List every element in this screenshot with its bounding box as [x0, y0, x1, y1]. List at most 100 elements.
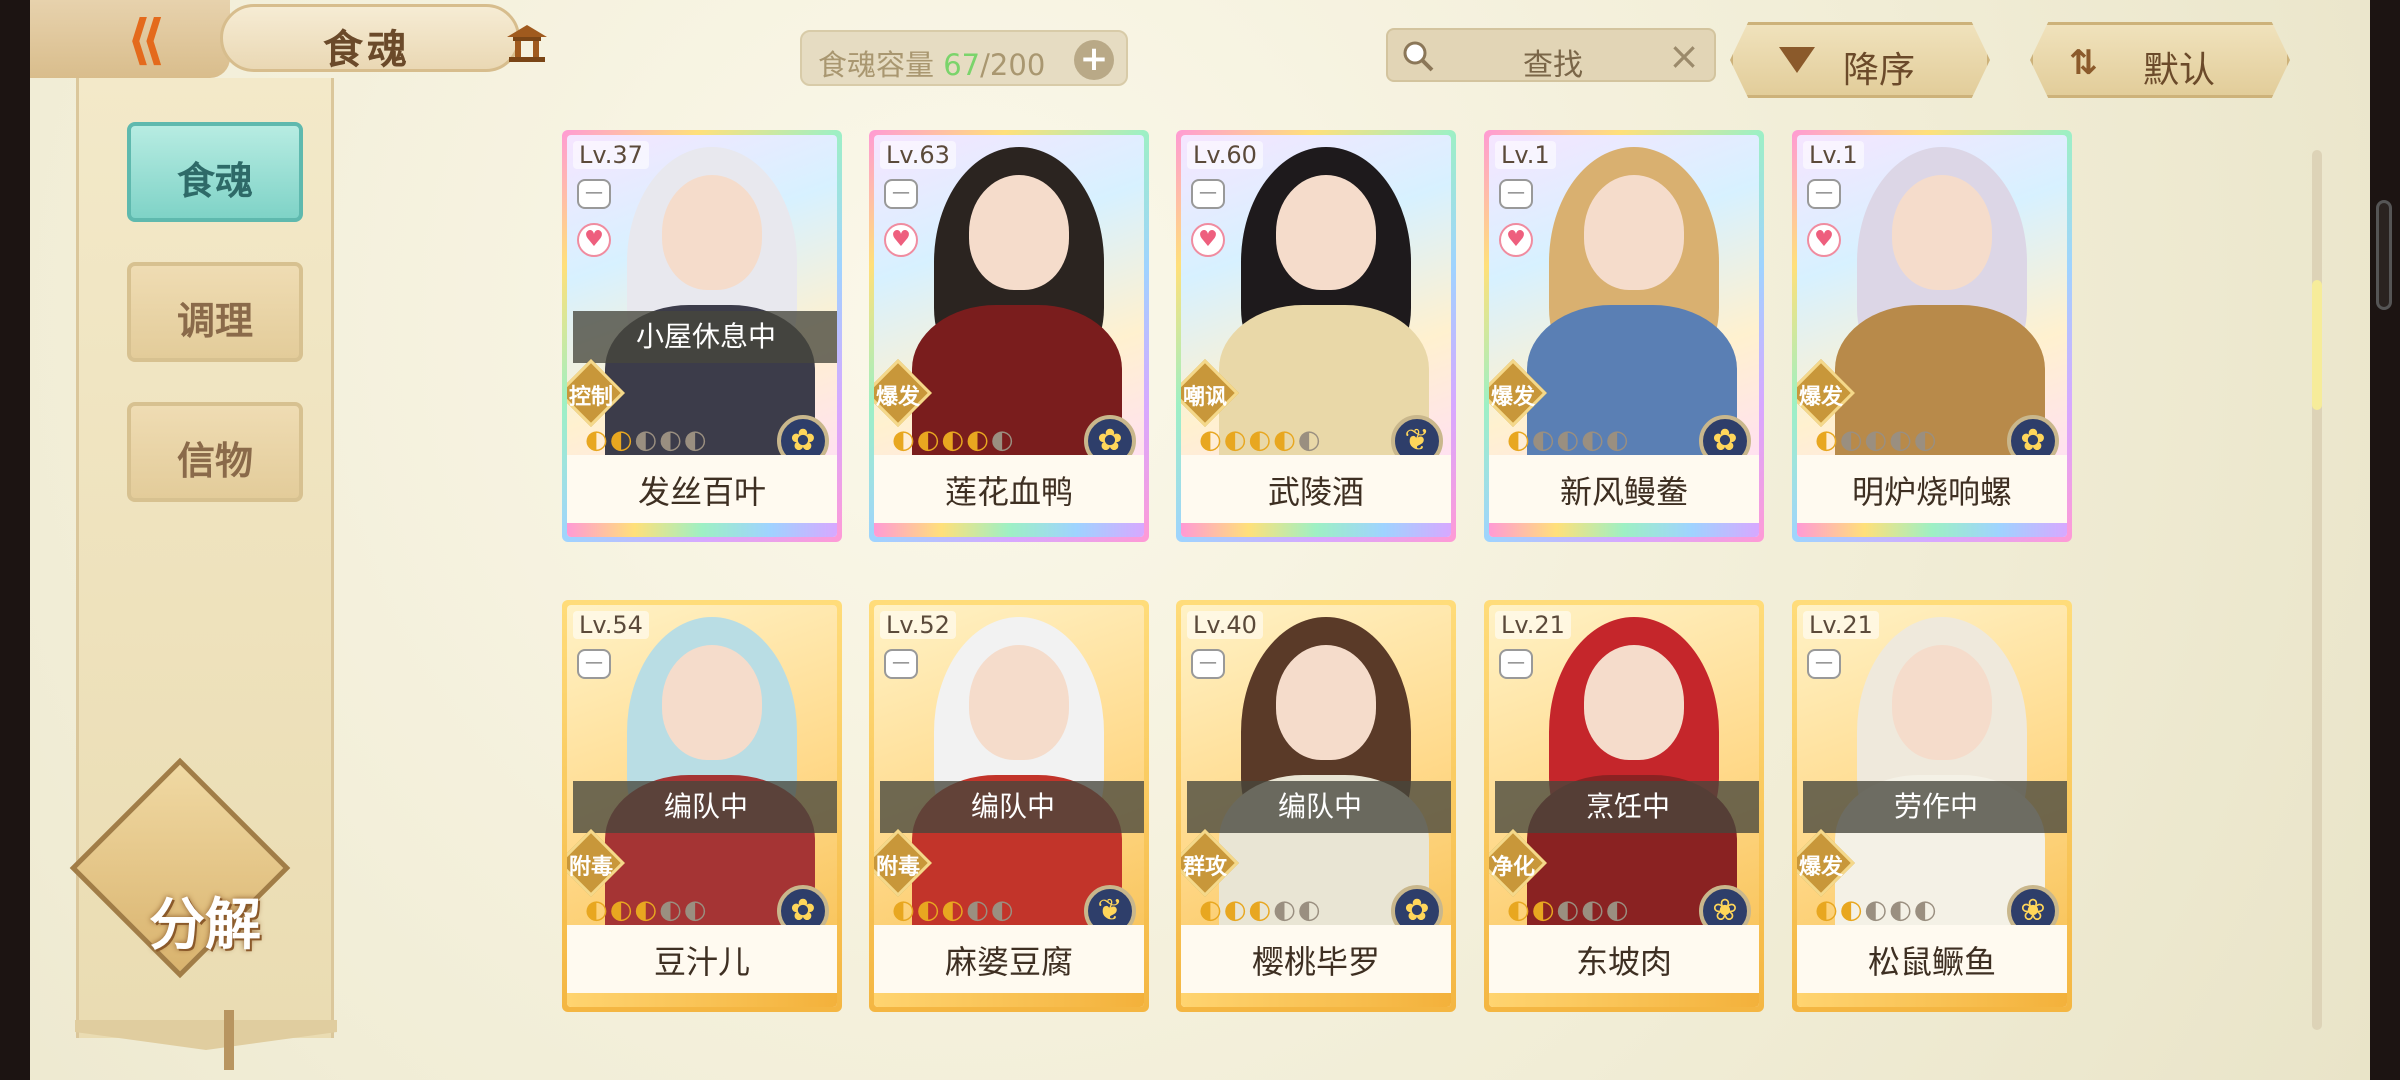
spoon-star-icon: ◐ — [1864, 895, 1890, 925]
lock-toggle-icon[interactable]: — — [577, 179, 611, 209]
soul-card[interactable]: Lv.40— 编队中 群攻 ◐◐◐◐◐ ✿ 樱桃毕罗 — [1176, 600, 1456, 1012]
spoon-star-icon: ◐ — [683, 425, 709, 455]
star-rating: ◐◐◐◐◐ — [892, 895, 1015, 925]
sidebar-item-soul[interactable]: 食魂 — [127, 122, 303, 222]
spoon-star-icon: ◐ — [634, 895, 660, 925]
card-name: 新风鳗鲞 — [1559, 473, 1688, 511]
spoon-star-icon: ◐ — [892, 895, 917, 925]
sidebar-item-label: 信物 — [176, 438, 253, 483]
spoon-star-icon: ◐ — [659, 895, 684, 925]
soul-card[interactable]: Lv.21— 烹饪中 净化 ◐◐◐◐◐ ❀ 东坡肉 — [1484, 600, 1764, 1012]
spoon-star-icon: ◐ — [1531, 425, 1557, 455]
role-badge-label: 附毒 — [568, 855, 613, 880]
lock-toggle-icon[interactable]: — — [1807, 649, 1841, 679]
sidebar-item-label: 食魂 — [176, 158, 253, 203]
spoon-star-icon: ◐ — [1913, 895, 1939, 925]
sort-order-button[interactable]: 降序 — [1730, 22, 1990, 98]
portrait-face — [662, 645, 762, 760]
portrait-face — [1584, 175, 1684, 290]
soul-card[interactable]: Lv.21— 劳作中 爆发 ◐◐◐◐◐ ❀ 松鼠鳜鱼 — [1792, 600, 2072, 1012]
soul-card[interactable]: Lv.1— ♥ 爆发 ◐◐◐◐◐ ✿ 新风鳗鲞 — [1484, 130, 1764, 542]
spoon-star-icon: ◐ — [1556, 895, 1582, 925]
star-rating: ◐◐◐◐◐ — [1507, 895, 1630, 925]
spoon-star-icon: ◐ — [1199, 425, 1224, 455]
spoon-star-icon: ◐ — [1913, 425, 1939, 455]
sidebar-item-tokens[interactable]: 信物 — [127, 402, 303, 502]
spoon-star-icon: ◐ — [1297, 895, 1323, 925]
edge-handle[interactable] — [2376, 200, 2392, 310]
card-name: 莲花血鸭 — [944, 473, 1073, 511]
capacity-max: /200 — [980, 48, 1046, 82]
card-name: 明炉烧响螺 — [1851, 473, 2012, 511]
spoon-star-icon: ◐ — [1605, 425, 1631, 455]
portrait-face — [969, 645, 1069, 760]
spoon-star-icon: ◐ — [634, 425, 660, 455]
sidebar-item-conditioning[interactable]: 调理 — [127, 262, 303, 362]
card-name: 樱桃毕罗 — [1251, 943, 1380, 981]
spoon-star-icon: ◐ — [585, 425, 610, 455]
name-band: 明炉烧响螺 — [1797, 455, 2067, 537]
spoon-star-icon: ◐ — [1839, 895, 1865, 925]
spoon-star-icon: ◐ — [1199, 895, 1224, 925]
card-inner: Lv.21— 劳作中 爆发 ◐◐◐◐◐ ❀ 松鼠鳜鱼 — [1797, 605, 2067, 1007]
lock-toggle-icon[interactable]: — — [1499, 649, 1533, 679]
spoon-star-icon: ◐ — [941, 425, 967, 455]
sort-mode-button[interactable]: ⇅ 默认 — [2030, 22, 2290, 98]
role-badge: 爆发 — [874, 359, 932, 427]
lock-toggle-icon[interactable]: — — [577, 649, 611, 679]
spoon-star-icon: ◐ — [1223, 895, 1249, 925]
role-badge-label: 爆发 — [875, 385, 920, 410]
decompose-label: 分解 — [149, 892, 261, 958]
spoon-star-icon: ◐ — [1839, 425, 1865, 455]
spoon-star-icon: ◐ — [659, 425, 684, 455]
scrollbar-thumb[interactable] — [2312, 280, 2322, 410]
spoon-star-icon: ◐ — [1248, 895, 1274, 925]
lock-toggle-icon[interactable]: — — [884, 649, 918, 679]
swap-icon: ⇅ — [2069, 43, 2098, 83]
card-inner: Lv.21— 烹饪中 净化 ◐◐◐◐◐ ❀ 东坡肉 — [1489, 605, 1759, 1007]
soul-card[interactable]: Lv.63— ♥ 爆发 ◐◐◐◐◐ ✿ 莲花血鸭 — [869, 130, 1149, 542]
pavilion-icon[interactable] — [503, 21, 551, 65]
back-button[interactable]: ⟪ — [30, 0, 230, 78]
role-badge: 群攻 — [1181, 829, 1239, 897]
card-level: Lv.21 — [1495, 611, 1571, 639]
soul-card[interactable]: Lv.52— 编队中 附毒 ◐◐◐◐◐ ❦ 麻婆豆腐 — [869, 600, 1149, 1012]
card-name: 豆汁儿 — [653, 943, 750, 981]
search-input[interactable]: 查找 × — [1386, 28, 1716, 83]
lock-toggle-icon[interactable]: — — [884, 179, 918, 209]
status-badge: 小屋休息中 — [573, 311, 837, 363]
spoon-star-icon: ◐ — [585, 895, 610, 925]
capacity-label: 食魂容量 — [818, 48, 935, 82]
card-name: 麻婆豆腐 — [944, 943, 1073, 981]
clear-search-icon[interactable]: × — [1668, 34, 1700, 78]
sidebar-item-label: 调理 — [176, 298, 253, 343]
soul-card[interactable]: Lv.37— ♥ 小屋休息中 控制 ◐◐◐◐◐ ✿ 发丝百叶 — [562, 130, 842, 542]
title-pill: 食魂 — [220, 4, 547, 73]
card-name: 发丝百叶 — [637, 473, 766, 511]
scrollbar[interactable] — [2312, 150, 2322, 1030]
lock-toggle-icon[interactable]: — — [1499, 179, 1533, 209]
card-name: 松鼠鳜鱼 — [1867, 943, 1996, 981]
soul-card[interactable]: Lv.54— 编队中 附毒 ◐◐◐◐◐ ✿ 豆汁儿 — [562, 600, 842, 1012]
soul-card[interactable]: Lv.1— ♥ 爆发 ◐◐◐◐◐ ✿ 明炉烧响螺 — [1792, 130, 2072, 542]
spoon-star-icon: ◐ — [1815, 895, 1840, 925]
spoon-star-icon: ◐ — [1297, 425, 1323, 455]
add-capacity-button[interactable]: + — [1074, 40, 1114, 80]
soul-card[interactable]: Lv.60— ♥ 嘲讽 ◐◐◐◐◐ ❦ 武陵酒 — [1176, 130, 1456, 542]
spoon-star-icon: ◐ — [609, 425, 635, 455]
spoon-star-icon: ◐ — [609, 895, 635, 925]
card-name: 东坡肉 — [1575, 943, 1672, 981]
lock-toggle-icon[interactable]: — — [1807, 179, 1841, 209]
role-badge: 附毒 — [567, 829, 625, 897]
lock-toggle-icon[interactable]: — — [1191, 649, 1225, 679]
spoon-star-icon: ◐ — [1223, 425, 1249, 455]
page-title: 食魂 — [323, 26, 411, 73]
role-badge-label: 嘲讽 — [1182, 385, 1227, 410]
portrait-face — [1892, 645, 1992, 760]
lock-toggle-icon[interactable]: — — [1191, 179, 1225, 209]
spoon-star-icon: ◐ — [941, 895, 967, 925]
role-badge: 嘲讽 — [1181, 359, 1239, 427]
back-arrow-icon: ⟪ — [126, 8, 166, 71]
spoon-star-icon: ◐ — [966, 895, 991, 925]
spoon-star-icon: ◐ — [1605, 895, 1631, 925]
